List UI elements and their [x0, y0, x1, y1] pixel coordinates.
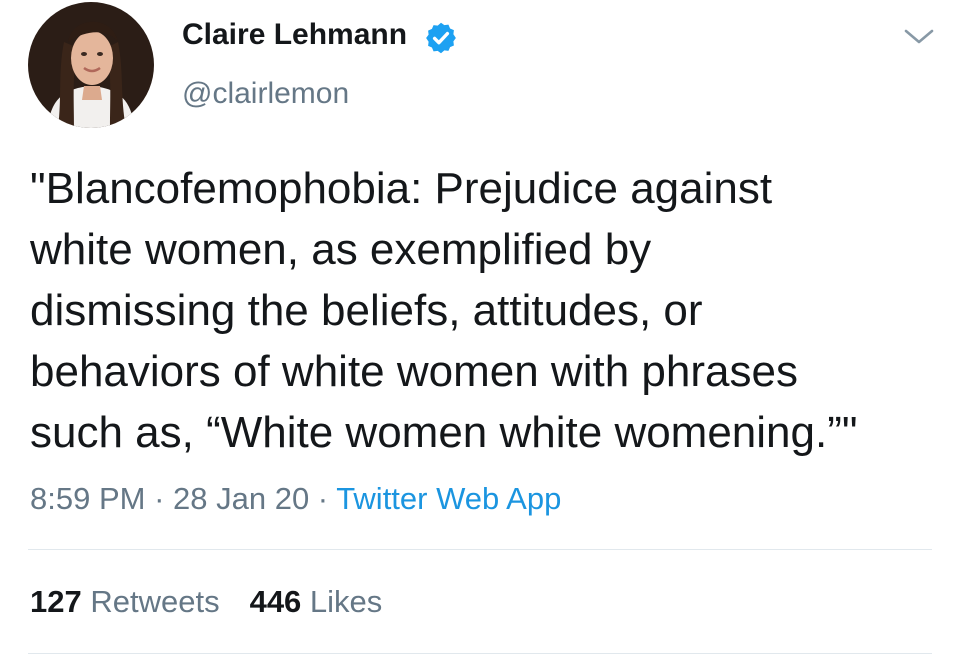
likes-stat[interactable]: 446 Likes — [250, 584, 383, 619]
tweet-stats: 127 Retweets 446 Likes — [30, 584, 382, 620]
tweet-time[interactable]: 8:59 PM — [30, 481, 145, 516]
tweet-meta: 8:59 PM · 28 Jan 20 · Twitter Web App — [30, 481, 561, 517]
retweets-stat[interactable]: 127 Retweets — [30, 584, 220, 619]
avatar[interactable] — [28, 2, 154, 128]
likes-label: Likes — [301, 584, 383, 619]
retweets-label: Retweets — [81, 584, 220, 619]
display-name[interactable]: Claire Lehmann — [182, 18, 407, 52]
tweet-text-line: such as, “White women white womening.”" — [30, 408, 858, 457]
tweet-text-line: behaviors of white women with phrases — [30, 347, 798, 396]
meta-separator: · — [145, 481, 174, 516]
tweet-text-line: dismissing the beliefs, attitudes, or — [30, 286, 703, 335]
tweet-text-line: white women, as exemplified by — [30, 225, 652, 274]
handle[interactable]: @clairlemon — [182, 77, 349, 111]
tweet-date[interactable]: 28 Jan 20 — [173, 481, 309, 516]
likes-count: 446 — [249, 584, 302, 619]
tweet-text-line: "Blancofemophobia: Prejudice against — [30, 164, 773, 213]
divider — [28, 549, 932, 550]
tweet-text: "Blancofemophobia: Prejudice against whi… — [30, 158, 945, 463]
avatar-photo — [28, 2, 154, 128]
meta-separator: · — [309, 481, 337, 516]
chevron-down-icon[interactable] — [902, 24, 936, 48]
tweet-source-link[interactable]: Twitter Web App — [336, 481, 561, 516]
verified-badge-icon — [426, 22, 456, 54]
retweets-count: 127 — [30, 584, 82, 619]
